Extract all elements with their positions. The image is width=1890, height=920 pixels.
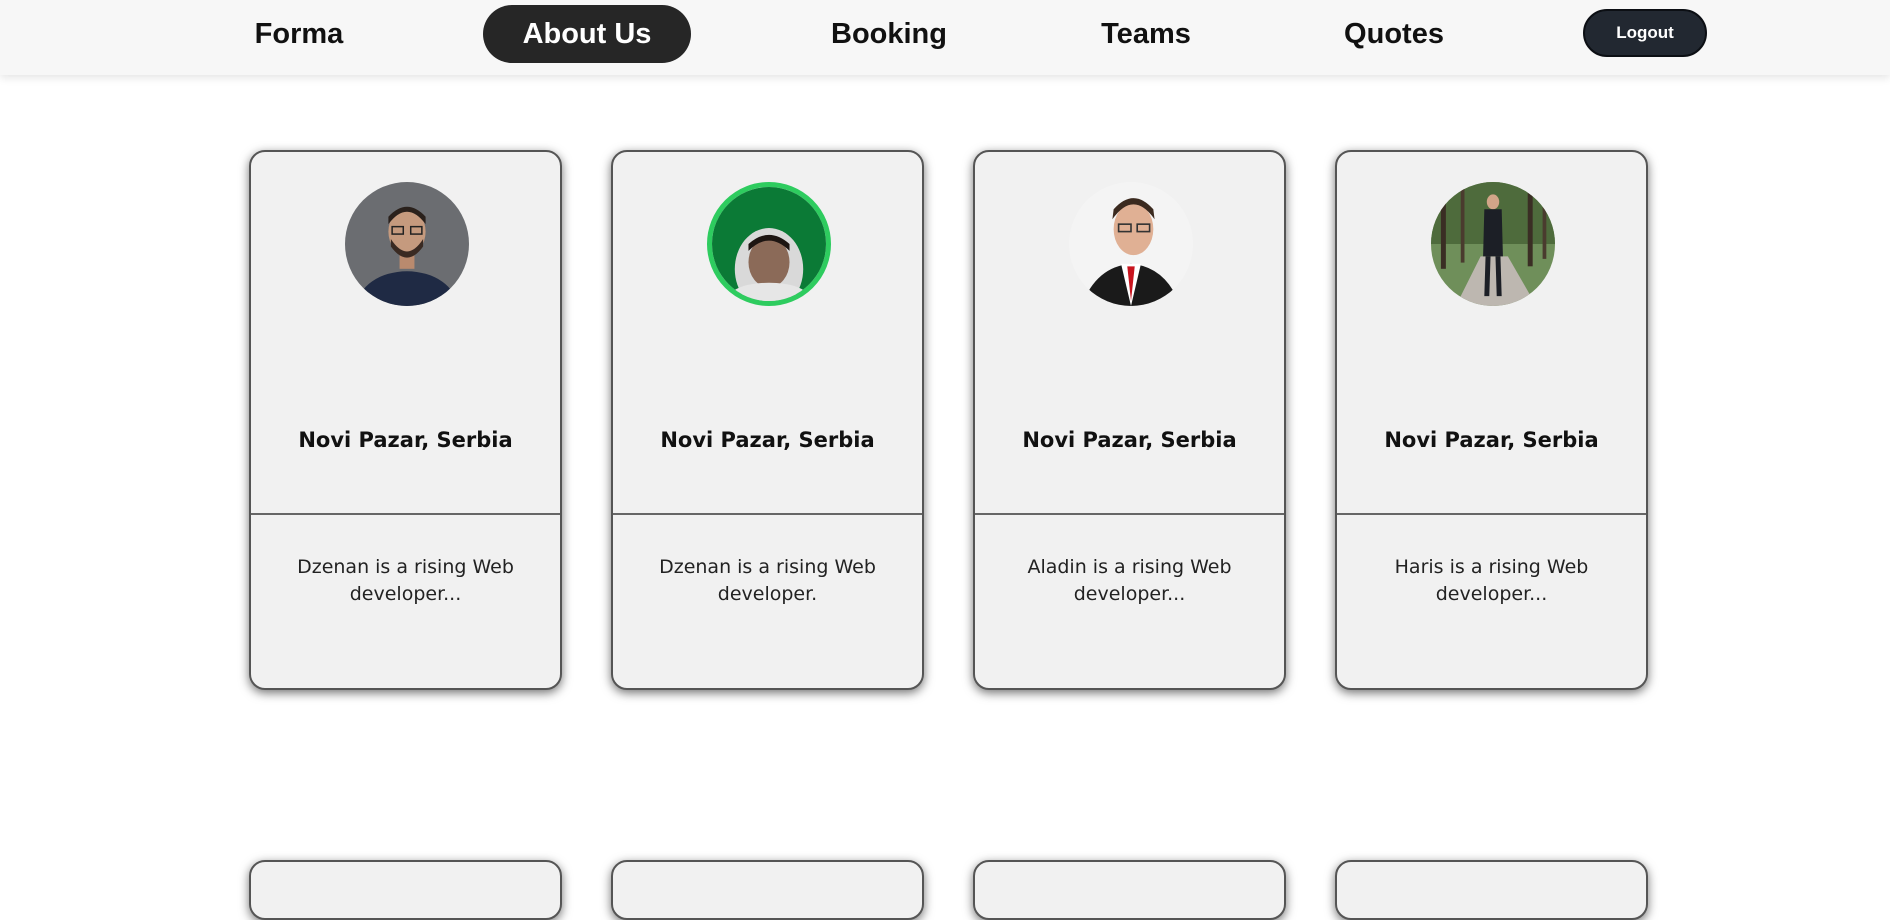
team-card-haris: Novi Pazar, Serbia Haris is a rising Web… [1335, 150, 1648, 690]
profile-photo-icon [345, 182, 469, 306]
card-location: Novi Pazar, Serbia [1384, 428, 1599, 452]
avatar [1069, 182, 1193, 306]
card-divider [1337, 513, 1646, 515]
card-bio: Aladin is a rising Web developer... [1027, 556, 1232, 605]
avatar [1431, 182, 1555, 306]
avatar [345, 182, 469, 306]
team-card-dzenan-1: Novi Pazar, Serbia Dzenan is a rising We… [249, 150, 562, 690]
nav-link-forma[interactable]: Forma [240, 5, 358, 63]
card-divider [613, 513, 922, 515]
card-location: Novi Pazar, Serbia [660, 428, 875, 452]
team-card-row2-4 [1335, 860, 1648, 920]
nav-link-booking[interactable]: Booking [810, 5, 968, 63]
profile-photo-icon [712, 187, 826, 301]
top-navbar: Forma About Us Booking Teams Quotes Logo… [0, 0, 1890, 75]
nav-link-teams[interactable]: Teams [1085, 5, 1207, 63]
team-card-row2-3 [973, 860, 1286, 920]
card-location: Novi Pazar, Serbia [1022, 428, 1237, 452]
team-card-row2-1 [249, 860, 562, 920]
card-location: Novi Pazar, Serbia [298, 428, 513, 452]
profile-photo-icon [1069, 182, 1193, 306]
card-bio: Dzenan is a rising Web developer... [297, 556, 514, 605]
team-card-aladin: Novi Pazar, Serbia Aladin is a rising We… [973, 150, 1286, 690]
team-card-dzenan-2: Novi Pazar, Serbia Dzenan is a rising We… [611, 150, 924, 690]
logout-button[interactable]: Logout [1583, 9, 1707, 57]
nav-link-quotes[interactable]: Quotes [1330, 5, 1458, 63]
team-card-row2-2 [611, 860, 924, 920]
card-divider [975, 513, 1284, 515]
card-bio: Haris is a rising Web developer... [1394, 556, 1589, 605]
card-divider [251, 513, 560, 515]
nav-link-about-us[interactable]: About Us [483, 5, 691, 63]
avatar [707, 182, 831, 306]
profile-photo-icon [1431, 182, 1555, 306]
card-bio: Dzenan is a rising Web developer. [659, 556, 876, 605]
